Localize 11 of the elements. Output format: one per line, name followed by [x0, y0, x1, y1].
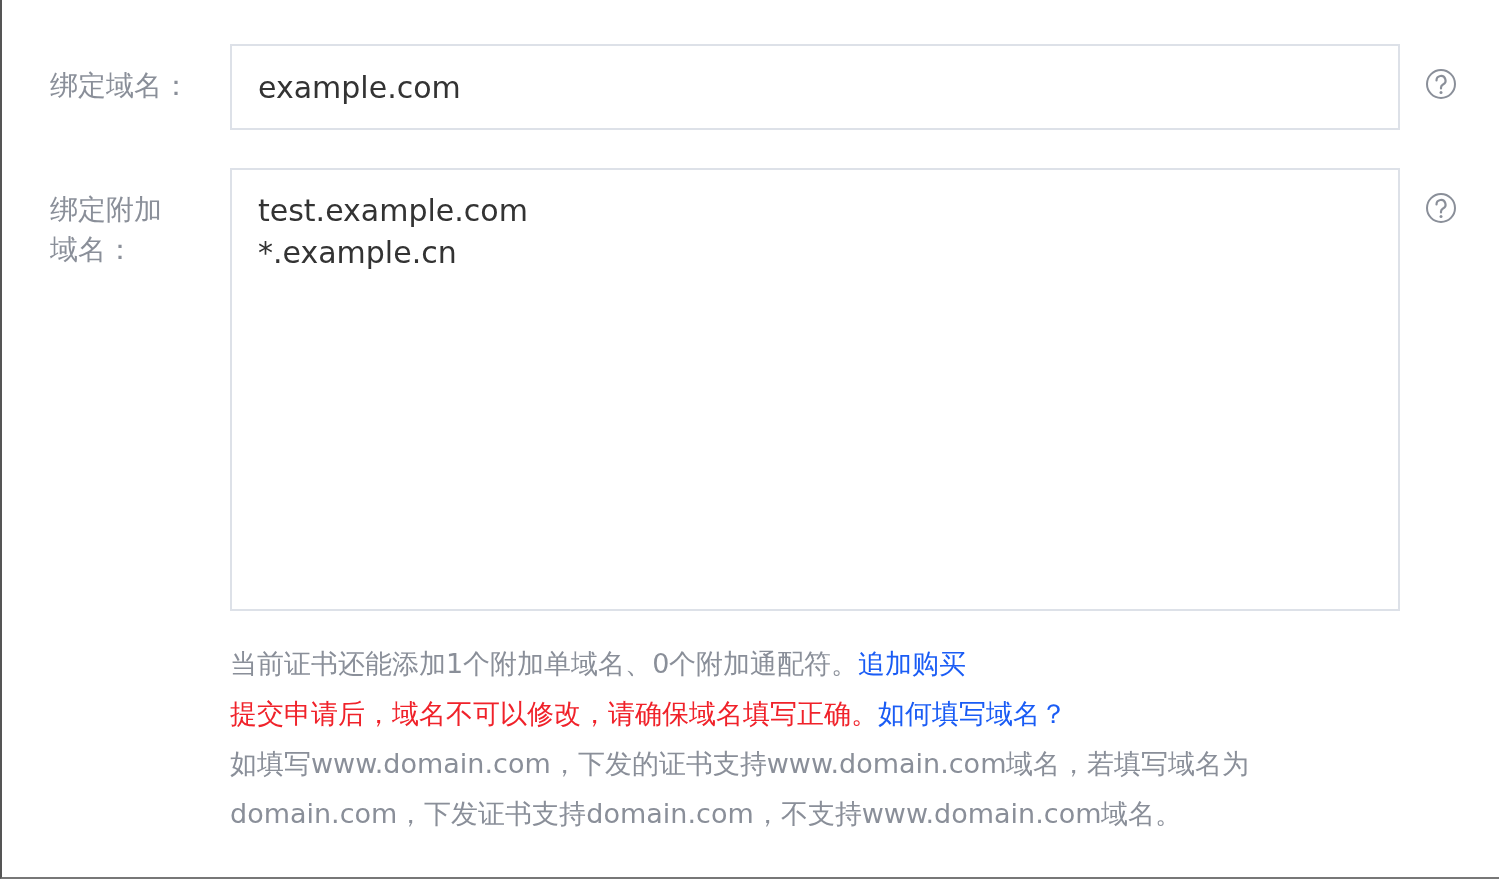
field-label: 绑定域名： [50, 68, 191, 104]
help-icon[interactable] [1425, 68, 1457, 100]
help-icon[interactable] [1425, 192, 1457, 224]
domains-text-area[interactable]: test.example.com *.example.cn [230, 168, 1400, 611]
help-link[interactable]: 追加购买 [858, 648, 967, 679]
hint-text: 当前证书还能添加1个附加单域名、0个附加通配符。 [230, 648, 859, 679]
help-link[interactable]: 如何填写域名？ [878, 698, 1067, 729]
field-label: 绑定附加域名： [50, 192, 163, 268]
domain-input-field[interactable]: example.com [230, 44, 1400, 130]
hint-text: 如填写www.domain.com，下发的证书支持www.domain.com域名，若填写域名为domain.com，下发证书支持domain.com，不支持www.domain.com域名。 [230, 748, 1250, 829]
hint-text: 提交申请后，域名不可以修改，请确保域名填写正确。 [230, 698, 878, 729]
